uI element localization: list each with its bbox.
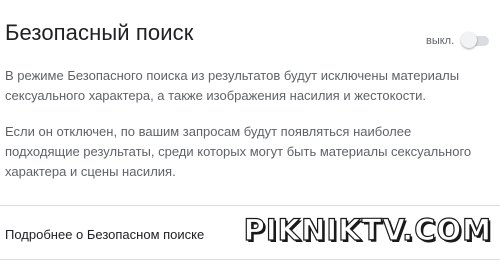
toggle-state-label: выкл. [426,35,455,47]
safe-search-panel: Безопасный поиск выкл. В режиме Безопасн… [0,0,500,265]
description-disabled: Если он отключен, по вашим запросам буду… [5,124,472,179]
learn-more-link[interactable]: Подробнее о Безопасном поиске [5,227,204,242]
safe-search-toggle[interactable]: выкл. [426,32,491,50]
toggle-switch[interactable] [461,32,491,50]
description-enabled: В режиме Безопасного поиска из результат… [5,68,460,103]
bottom-divider [0,259,500,260]
watermark-logo: PIKNIKTV.COM [243,212,492,247]
section-title: Безопасный поиск [5,20,194,45]
divider [0,205,500,206]
